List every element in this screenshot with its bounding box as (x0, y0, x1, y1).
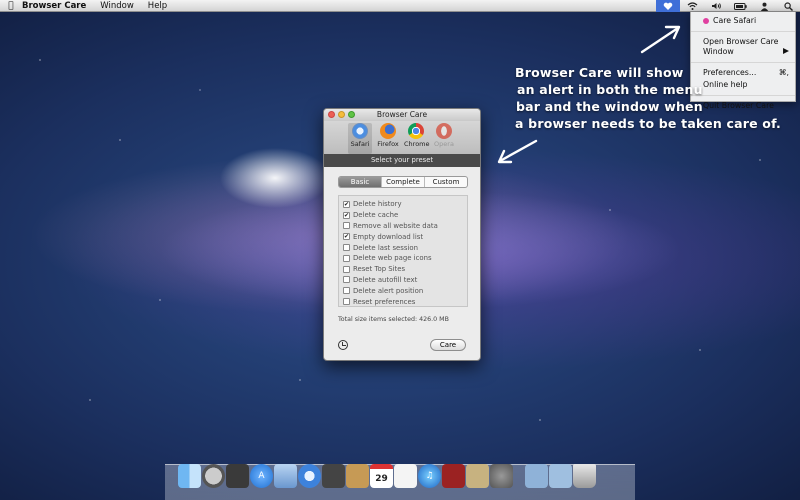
option-empty-download-list[interactable]: ✔ Empty download list (343, 231, 463, 242)
system-preferences-icon[interactable] (490, 464, 513, 488)
submenu-arrow-icon: ▶ (783, 46, 789, 55)
alert-dot-icon (703, 18, 709, 24)
checkbox-icon[interactable] (343, 276, 350, 284)
option-reset-preferences[interactable]: Reset preferences (343, 296, 463, 307)
facetime-icon[interactable] (322, 464, 345, 488)
menu-separator (691, 62, 795, 63)
menu-help[interactable]: Help (148, 1, 167, 11)
wifi-icon[interactable] (680, 0, 704, 12)
segment-complete[interactable]: Complete (382, 177, 425, 187)
preview-icon[interactable] (466, 464, 489, 488)
dock-icons: A 29 ♫ (178, 464, 596, 488)
annotation-text: Browser Care will show an alert in both … (515, 65, 782, 131)
menu-item-care-safari[interactable]: Care Safari (691, 14, 795, 28)
dock-divider (514, 464, 524, 488)
tab-chrome[interactable]: Chrome (404, 123, 430, 154)
checkbox-checked-icon[interactable]: ✔ (343, 211, 350, 219)
preset-segmented-control: Basic Complete Custom (338, 176, 468, 188)
battery-icon[interactable] (728, 0, 752, 12)
browser-toolbar: Safari Firefox Chrome Opera (324, 121, 480, 154)
checkbox-checked-icon[interactable]: ✔ (343, 200, 350, 208)
user-icon[interactable] (752, 0, 776, 12)
applications-folder-icon[interactable] (525, 464, 548, 488)
app-store-icon[interactable]: A (250, 464, 273, 488)
calendar-icon[interactable]: 29 (370, 464, 393, 488)
volume-icon[interactable] (704, 0, 728, 12)
schedule-clock-icon[interactable] (338, 340, 348, 350)
menu-bar:  Browser Care Window Help (0, 0, 800, 12)
checkbox-icon[interactable] (343, 298, 350, 306)
segment-basic[interactable]: Basic (339, 177, 382, 187)
tab-safari[interactable]: Safari (348, 123, 372, 154)
menu-window[interactable]: Window (100, 1, 134, 11)
window-footer: Care (338, 339, 466, 351)
checkbox-icon[interactable] (343, 244, 350, 252)
window-title: Browser Care (376, 110, 428, 119)
browser-care-window: Browser Care Safari Firefox Chrome Opera… (323, 108, 481, 361)
window-titlebar[interactable]: Browser Care (324, 109, 480, 121)
option-delete-history[interactable]: ✔ Delete history (343, 199, 463, 210)
chrome-icon (408, 123, 424, 139)
option-reset-top-sites[interactable]: Reset Top Sites (343, 264, 463, 275)
checkbox-icon[interactable] (343, 265, 350, 273)
arrow-to-window-icon (497, 139, 538, 164)
launchpad-icon[interactable] (202, 464, 225, 488)
option-delete-web-page-icons[interactable]: Delete web page icons (343, 253, 463, 264)
checkbox-icon[interactable] (343, 287, 350, 295)
menu-app-name[interactable]: Browser Care (22, 1, 86, 11)
menu-item-open-window[interactable]: Open Browser Care Window ▶ (691, 35, 795, 59)
total-size-label: Total size items selected: 426.0 MB (338, 316, 449, 323)
dashboard-icon[interactable] (226, 464, 249, 488)
opera-icon (436, 123, 452, 139)
window-controls (328, 111, 355, 118)
reminders-icon[interactable] (394, 464, 417, 488)
preferences-shortcut: ⌘, (778, 68, 789, 77)
firefox-icon (380, 123, 396, 139)
finder-icon[interactable] (178, 464, 201, 488)
menu-separator (691, 31, 795, 32)
itunes-icon[interactable]: ♫ (418, 464, 441, 488)
checkbox-icon[interactable] (343, 222, 350, 230)
safari-dock-icon[interactable] (298, 464, 321, 488)
close-button-icon[interactable] (328, 111, 335, 118)
zoom-button-icon[interactable] (348, 111, 355, 118)
option-delete-last-session[interactable]: Delete last session (343, 242, 463, 253)
documents-folder-icon[interactable] (549, 464, 572, 488)
option-remove-website-data[interactable]: Remove all website data (343, 221, 463, 232)
window-body: Basic Complete Custom ✔ Delete history ✔ D… (324, 167, 480, 360)
address-book-icon[interactable] (346, 464, 369, 488)
arrow-to-menu-icon (640, 25, 681, 54)
option-delete-alert-position[interactable]: Delete alert position (343, 285, 463, 296)
options-list: ✔ Delete history ✔ Delete cache Remove all… (338, 195, 468, 307)
preset-bar: Select your preset (324, 154, 480, 167)
trash-icon[interactable] (573, 464, 596, 488)
option-delete-autofill-text[interactable]: Delete autofill text (343, 275, 463, 286)
tab-firefox[interactable]: Firefox (376, 123, 400, 154)
safari-icon (352, 123, 368, 139)
care-button[interactable]: Care (430, 339, 466, 351)
minimize-button-icon[interactable] (338, 111, 345, 118)
option-delete-cache[interactable]: ✔ Delete cache (343, 210, 463, 221)
segment-custom[interactable]: Custom (425, 177, 467, 187)
status-area (656, 0, 800, 12)
browser-care-icon[interactable] (656, 0, 680, 12)
spotlight-icon[interactable] (776, 0, 800, 12)
checkbox-icon[interactable] (343, 254, 350, 262)
tab-opera[interactable]: Opera (432, 123, 456, 154)
checkbox-checked-icon[interactable]: ✔ (343, 233, 350, 241)
apple-menu-icon[interactable]:  (0, 1, 22, 11)
mail-icon[interactable] (274, 464, 297, 488)
photo-booth-icon[interactable] (442, 464, 465, 488)
